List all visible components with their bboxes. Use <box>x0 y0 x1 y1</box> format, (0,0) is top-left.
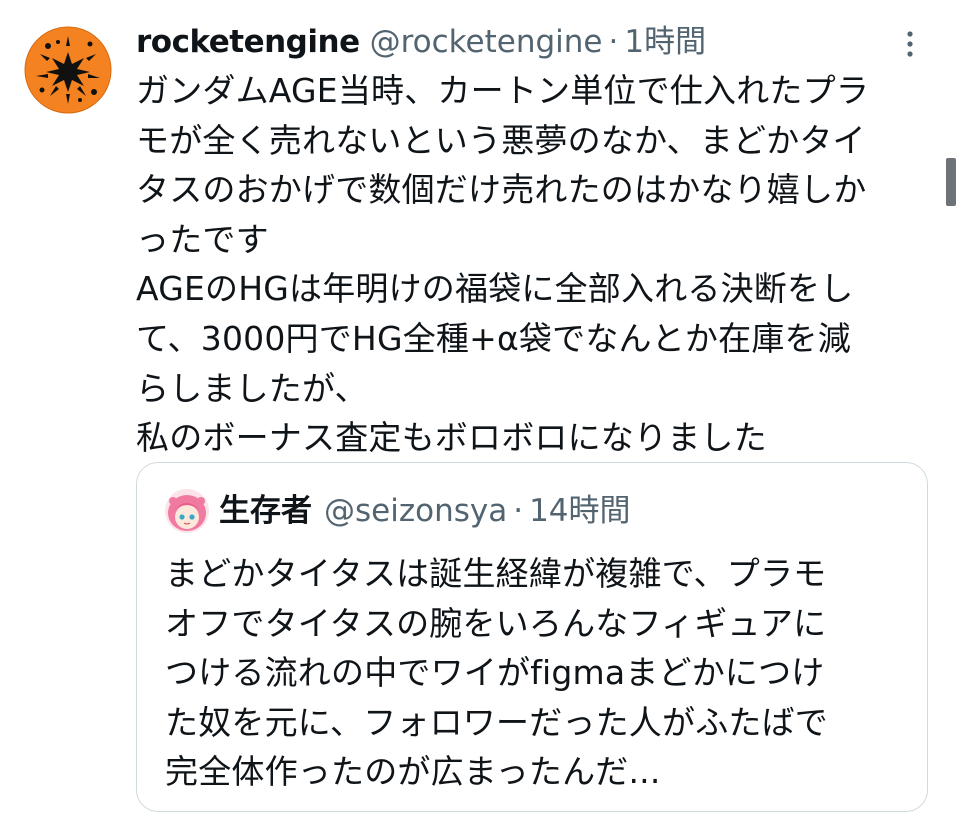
user-avatar[interactable] <box>24 26 112 114</box>
tweet-text-line: ったです <box>136 219 269 259</box>
quoted-tweet-timestamp[interactable]: 14時間 <box>529 487 630 535</box>
quoted-author-display-name[interactable]: 生存者 <box>219 487 312 535</box>
quoted-author-handle[interactable]: @seizonsya <box>324 487 507 535</box>
quoted-text-line: 完全体作ったのが広まったんだ... <box>165 752 661 792</box>
more-options-button[interactable] <box>894 28 926 60</box>
explosion-hazard-icon <box>24 26 112 114</box>
separator-dot: · <box>513 493 524 529</box>
quoted-author-avatar[interactable] <box>165 489 209 533</box>
quoted-tweet-card[interactable]: 生存者 @seizonsya · 14時間 まどかタイタスは誕生経緯が複雑で、プ… <box>136 462 928 812</box>
quoted-tweet-header: 生存者 @seizonsya · 14時間 <box>219 487 631 535</box>
author-handle[interactable]: @rocketengine <box>370 20 603 64</box>
quoted-tweet-text: まどかタイタスは誕生経緯が複雑で、プラモ オフでタイタスの腕をいろんなフィギュア… <box>165 549 905 797</box>
scrollbar-thumb[interactable] <box>946 158 956 206</box>
tweet-text-line: モが全く売れないという悪夢のなか、まどかタイ <box>136 120 866 160</box>
tweet-text-line: ガンダムAGE当時、カートン単位で仕入れたプラ <box>136 71 870 110</box>
quoted-text-line: つける流れの中でワイがfigmaまどかにつけ <box>165 653 825 693</box>
tweet-header: rocketengine @rocketengine · 1時間 <box>136 20 706 64</box>
author-display-name[interactable]: rocketengine <box>136 20 360 64</box>
separator-dot: · <box>608 24 619 60</box>
tweet-text-line: 私のボーナス査定もボロボロになりました <box>136 418 767 458</box>
tweet-text-line: て、3000円でHG全種+α袋でなんとか在庫を減 <box>136 318 851 358</box>
tweet-text-line: タスのおかげで数個だけ売れたのはかなり嬉しか <box>136 170 867 210</box>
tweet[interactable]: rocketengine @rocketengine · 1時間 ガンダムAGE… <box>0 0 956 827</box>
tweet-timestamp[interactable]: 1時間 <box>624 20 706 64</box>
quoted-text-line: た奴を元に、フォロワーだった人がふたばで <box>165 702 829 742</box>
pink-hair-character-avatar <box>165 489 209 533</box>
more-vertical-icon <box>907 31 913 57</box>
quoted-text-line: まどかタイタスは誕生経緯が複雑で、プラモ <box>165 554 827 593</box>
tweet-text: ガンダムAGE当時、カートン単位で仕入れたプラ モが全く売れないという悪夢のなか… <box>136 66 936 463</box>
tweet-text-line: らしましたが、 <box>136 368 368 408</box>
tweet-text-line: AGEのHGは年明けの福袋に全部入れる決断をし <box>136 269 854 309</box>
quoted-text-line: オフでタイタスの腕をいろんなフィギュアに <box>165 603 827 643</box>
